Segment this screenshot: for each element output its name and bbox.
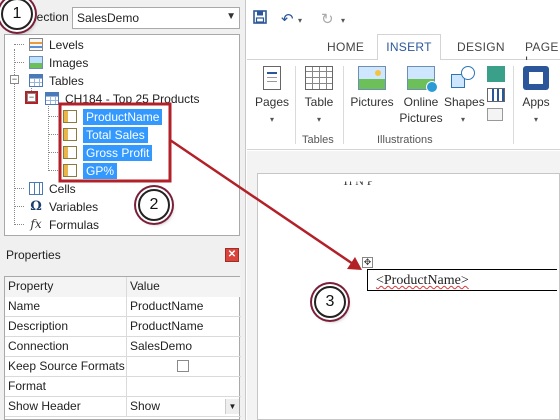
ribbon-separator	[343, 66, 344, 144]
quick-access-toolbar: ↶ ▾ ↻ ▾	[247, 0, 560, 34]
shapes-icon	[449, 66, 477, 90]
pages-icon	[263, 66, 281, 90]
left-panel: nection SalesDemo ▼ − − Levels Images Ta…	[0, 0, 246, 420]
property-row-format[interactable]: Format	[5, 377, 241, 397]
chart-icon[interactable]	[487, 88, 505, 102]
tree-item-cells[interactable]: Cells	[29, 179, 76, 197]
tree-item-tables[interactable]: Tables	[29, 71, 84, 89]
properties-grid: Property Value Name ProductName Descript…	[4, 276, 241, 420]
tree-guide-line	[14, 44, 24, 45]
tree-guide-line	[14, 224, 24, 225]
undo-icon[interactable]: ↶	[281, 10, 294, 28]
column-header-property: Property	[5, 277, 127, 297]
ribbon-separator	[513, 66, 514, 144]
tree-item-levels[interactable]: Levels	[29, 35, 84, 53]
chevron-down-icon: ▼	[226, 11, 236, 22]
tree-guide-line	[14, 188, 24, 189]
tree-guide-line	[48, 116, 60, 117]
tree-guide-line	[48, 170, 60, 171]
word-window: ↶ ▾ ↻ ▾ HOME INSERT DESIGN PAGE L Pages▾…	[247, 0, 560, 420]
tree-item-field-gp-percent[interactable]: GP%	[63, 161, 118, 179]
data-tree: − − Levels Images Tables CH184 - Top 25 …	[4, 34, 240, 236]
tree-item-field-productname[interactable]: ProductName	[63, 107, 163, 125]
tree-item-product-table[interactable]: CH184 - Top 25 Products	[45, 89, 200, 107]
document-table-cell[interactable]: <ProductName>	[367, 269, 557, 291]
redo-icon[interactable]: ↻	[321, 10, 334, 28]
partially-hidden-text: Ti N P	[342, 174, 374, 189]
group-label-illustrations: Illustrations	[377, 134, 433, 146]
callout-2: 2	[138, 189, 170, 221]
apps-icon	[523, 66, 549, 90]
property-row-show-header[interactable]: Show Header Show ▼	[5, 397, 241, 417]
field-icon	[63, 128, 77, 142]
document-page[interactable]: Ti N P	[257, 173, 560, 420]
properties-header-row: Property Value	[5, 277, 241, 297]
product-table-collapse-toggle[interactable]: −	[27, 93, 36, 102]
ribbon-tabs: HOME INSERT DESIGN PAGE L	[247, 34, 560, 68]
save-icon[interactable]	[253, 10, 267, 28]
online-pictures-button[interactable]: Online Pictures	[398, 66, 444, 126]
property-row-description[interactable]: Description ProductName	[5, 317, 241, 337]
smartart-icon[interactable]	[487, 66, 505, 82]
tree-item-field-gross-profit[interactable]: Gross Profit	[63, 143, 153, 161]
tree-guide-line	[48, 152, 60, 153]
table-move-handle-icon[interactable]: ✥	[362, 257, 373, 268]
property-row-connection[interactable]: Connection SalesDemo	[5, 337, 241, 357]
screenshot-icon[interactable]	[487, 108, 503, 121]
table-icon	[305, 66, 333, 90]
tree-guide-line	[14, 62, 24, 63]
tables-collapse-toggle[interactable]: −	[10, 75, 19, 84]
tab-insert[interactable]: INSERT	[377, 34, 441, 61]
property-row-name[interactable]: Name ProductName	[5, 297, 241, 317]
undo-dropdown-icon[interactable]: ▾	[298, 16, 302, 25]
ribbon-separator	[295, 66, 296, 144]
apps-button[interactable]: Apps ▾	[519, 66, 553, 128]
close-icon[interactable]: ✕	[225, 248, 239, 262]
tree-item-formulas[interactable]: fx Formulas	[29, 215, 99, 233]
tables-icon	[29, 74, 43, 88]
keep-source-formats-checkbox[interactable]	[177, 360, 189, 372]
connection-row: nection SalesDemo ▼	[0, 0, 246, 34]
cells-icon	[29, 182, 43, 196]
levels-icon	[29, 38, 43, 52]
fx-icon: fx	[30, 217, 42, 232]
connection-value: SalesDemo	[77, 11, 140, 25]
properties-title: Properties	[6, 248, 61, 262]
field-icon	[63, 146, 77, 160]
tree-item-field-total-sales[interactable]: Total Sales	[63, 125, 148, 143]
omega-icon: Ω	[30, 199, 42, 215]
tab-design[interactable]: DESIGN	[457, 40, 505, 54]
callout-3: 3	[314, 286, 346, 318]
property-row-keep-source-formats[interactable]: Keep Source Formats	[5, 357, 241, 377]
tab-home[interactable]: HOME	[327, 40, 364, 54]
table-icon	[45, 92, 59, 106]
tree-guide-line	[14, 206, 24, 207]
qat-customize-icon[interactable]: ▾	[341, 16, 345, 25]
shapes-button[interactable]: Shapes ▾	[444, 66, 485, 128]
connection-label: nection	[30, 10, 69, 24]
tree-guide-line	[48, 134, 60, 135]
tree-guide-line	[48, 103, 49, 171]
online-pictures-icon	[407, 66, 438, 93]
tree-item-images[interactable]: Images	[29, 53, 88, 71]
connection-select[interactable]: SalesDemo ▼	[72, 7, 240, 29]
properties-header: Properties ✕	[0, 244, 246, 266]
insert-ribbon: Pages ▾ Table ▾ Tables Pictures Online Pict…	[247, 60, 560, 150]
field-icon	[63, 164, 77, 178]
group-label-tables: Tables	[302, 134, 334, 146]
column-header-value: Value	[127, 277, 241, 297]
chevron-down-icon[interactable]: ▼	[225, 399, 239, 414]
pages-button[interactable]: Pages ▾	[255, 66, 289, 128]
tree-item-variables[interactable]: Ω Variables	[29, 197, 98, 215]
table-button[interactable]: Table ▾	[301, 66, 337, 128]
pictures-icon	[358, 66, 386, 90]
images-icon	[29, 56, 43, 70]
field-icon	[63, 110, 77, 124]
pictures-button[interactable]: Pictures	[348, 66, 396, 110]
